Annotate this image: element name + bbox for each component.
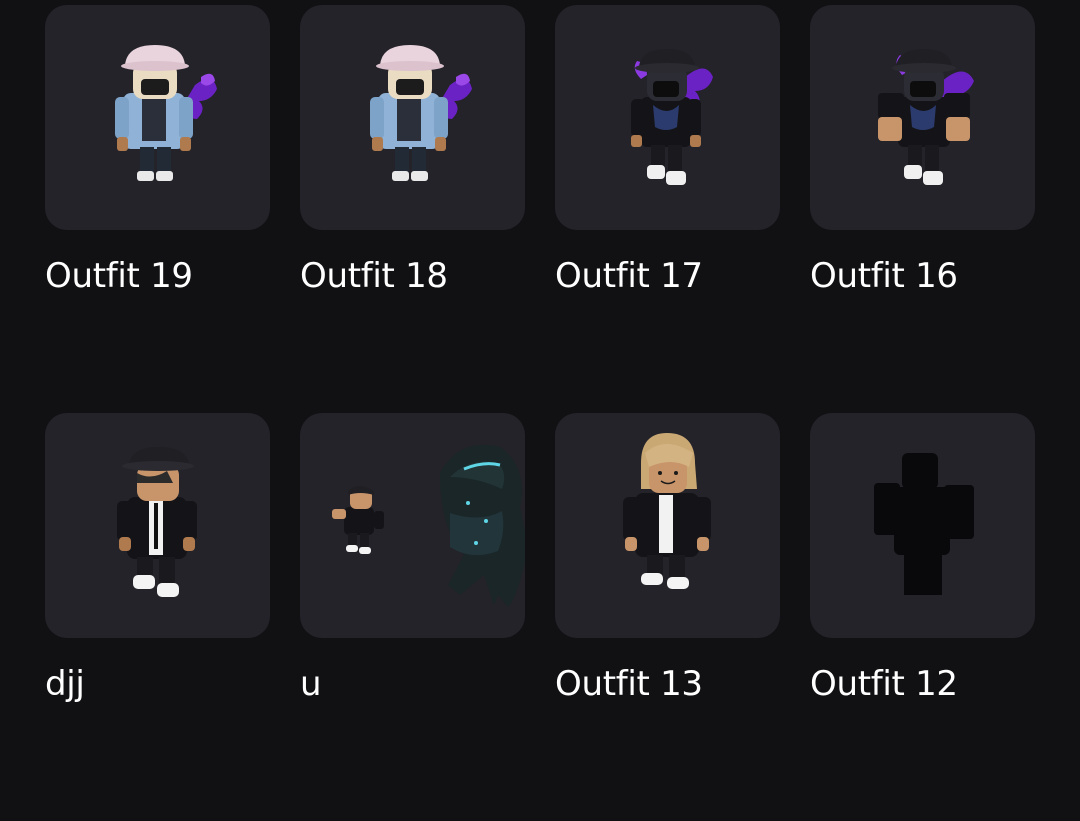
outfit-grid: Outfit 19 Outfit 18 Outfit 17 Outfit 16 … — [45, 5, 1035, 821]
avatar-icon — [874, 453, 974, 595]
outfit-card[interactable]: Outfit 13 — [555, 413, 780, 821]
outfit-thumbnail[interactable] — [810, 5, 1035, 230]
avatar-icon — [878, 49, 974, 185]
avatar-icon — [623, 433, 711, 589]
outfit-card[interactable]: Outfit 19 — [45, 5, 270, 413]
outfit-thumbnail[interactable] — [45, 5, 270, 230]
outfit-name[interactable]: Outfit 17 — [555, 254, 703, 298]
outfit-thumbnail[interactable] — [555, 413, 780, 638]
outfit-card[interactable]: Outfit 18 — [300, 5, 525, 413]
avatar-icon — [631, 49, 713, 185]
avatar-icon — [332, 444, 525, 607]
avatar-icon — [370, 45, 472, 181]
outfit-card[interactable]: u — [300, 413, 525, 821]
outfit-card[interactable]: Outfit 16 — [810, 5, 1035, 413]
outfit-name[interactable]: djj — [45, 662, 85, 706]
outfit-name[interactable]: u — [300, 662, 322, 706]
outfit-name[interactable]: Outfit 12 — [810, 662, 958, 706]
outfit-name[interactable]: Outfit 16 — [810, 254, 958, 298]
outfit-thumbnail[interactable] — [555, 5, 780, 230]
outfit-name[interactable]: Outfit 13 — [555, 662, 703, 706]
avatar-icon — [115, 45, 217, 181]
outfit-thumbnail[interactable] — [45, 413, 270, 638]
outfit-thumbnail[interactable] — [300, 413, 525, 638]
outfit-card[interactable]: Outfit 12 — [810, 413, 1035, 821]
outfit-card[interactable]: djj — [45, 413, 270, 821]
avatar-icon — [117, 447, 197, 597]
outfit-card[interactable]: Outfit 17 — [555, 5, 780, 413]
outfit-name[interactable]: Outfit 19 — [45, 254, 193, 298]
outfit-name[interactable]: Outfit 18 — [300, 254, 448, 298]
outfit-thumbnail[interactable] — [810, 413, 1035, 638]
outfit-thumbnail[interactable] — [300, 5, 525, 230]
